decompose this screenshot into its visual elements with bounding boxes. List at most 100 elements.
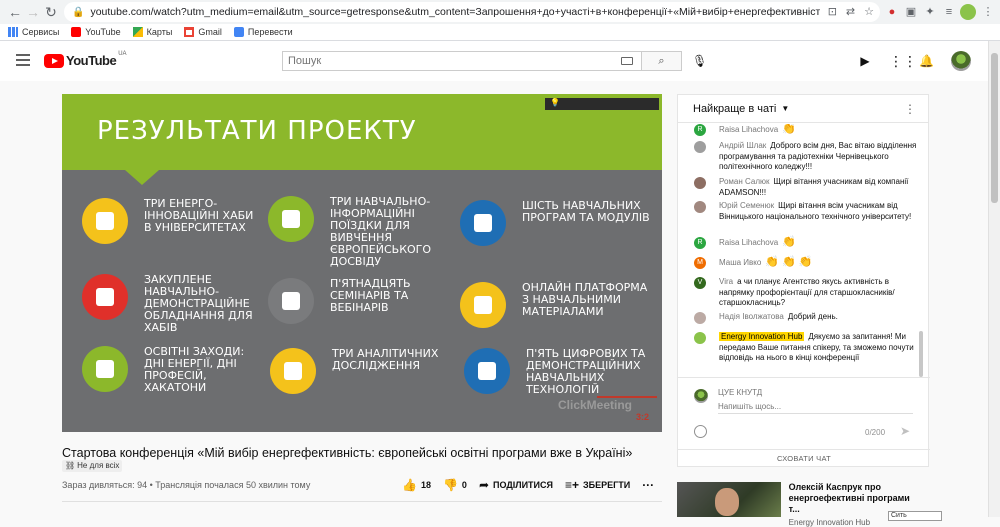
search-button[interactable]: ⌕ bbox=[642, 51, 682, 71]
bookmark-gmail[interactable]: Gmail bbox=[184, 27, 222, 37]
more-actions-button[interactable]: ··· bbox=[642, 478, 654, 492]
slide-item-text: П'ЯТНАДЦЯТЬ СЕМІНАРІВ ТА ВЕБІНАРІВ bbox=[330, 277, 411, 314]
chat-author: Маша Ивко bbox=[719, 258, 762, 267]
chip-icon bbox=[464, 348, 510, 394]
forward-icon[interactable]: → bbox=[24, 3, 42, 21]
stack-icon bbox=[270, 348, 316, 394]
youtube-logo[interactable]: YouTube UA bbox=[44, 51, 127, 68]
gmail-icon bbox=[184, 27, 195, 37]
emoji-icon[interactable] bbox=[694, 425, 707, 438]
slide-item-text: ТРИ ЕНЕРГО-ІННОВАЦІЙНІ ХАБИ В УНІВЕРСИТЕ… bbox=[144, 197, 254, 234]
notifications-bell-icon[interactable]: 🔔 bbox=[919, 54, 934, 68]
video-title: Стартова конференція «Мій вибір енергефе… bbox=[62, 446, 633, 460]
bookmark-maps[interactable]: Карты bbox=[132, 27, 172, 37]
bookmark-translate[interactable]: Перевести bbox=[233, 27, 293, 37]
slide-item-text: ТРИ НАВЧАЛЬНО-ІНФОРМАЦІЙНІ ПОЇЗДКИ ДЛЯ В… bbox=[330, 195, 432, 268]
menu-kebab-icon[interactable]: ⋮ bbox=[980, 4, 996, 20]
share-label: ПОДІЛИТИСЯ bbox=[493, 480, 553, 490]
chat-scrollbar[interactable] bbox=[919, 331, 923, 377]
send-icon[interactable]: ➤ bbox=[900, 424, 910, 438]
video-player[interactable]: РЕЗУЛЬТАТИ ПРОЕКТУ 💡 ТРИ ЕНЕРГО-ІННОВАЦІ… bbox=[62, 94, 662, 432]
profile-avatar-icon[interactable] bbox=[960, 4, 976, 20]
youtube-play-icon bbox=[44, 53, 64, 68]
menu-hamburger-icon[interactable] bbox=[16, 54, 30, 66]
extension-icon-2[interactable]: ▣ bbox=[903, 4, 919, 20]
hide-chat-button[interactable]: СХОВАТИ ЧАТ bbox=[678, 449, 930, 467]
dislike-button[interactable]: 👎 0 bbox=[443, 478, 467, 492]
address-bar[interactable]: 🔒 youtube.com/watch?utm_medium=email&utm… bbox=[64, 2, 880, 22]
scrollbar-thumb[interactable] bbox=[991, 53, 998, 203]
chat-text: 👏 bbox=[782, 236, 796, 248]
reading-list-icon[interactable]: ≡ bbox=[941, 4, 957, 20]
reload-icon[interactable]: ↻ bbox=[42, 3, 60, 21]
chat-text: 👏 👏 👏 bbox=[765, 256, 813, 268]
install-icon[interactable]: ⊡ bbox=[828, 5, 837, 18]
chat-avatar: V bbox=[694, 277, 706, 289]
live-chat: Найкраще в чаті ▼ ⋮ R Raisa Lihachova 👏 А… bbox=[677, 94, 930, 467]
chat-message: Юрій Семенюк Щирі вітання всім учасникам … bbox=[694, 201, 919, 222]
avatar[interactable] bbox=[951, 51, 971, 71]
slide-item: П'ЯТНАДЦЯТЬ СЕМІНАРІВ ТА ВЕБІНАРІВ bbox=[268, 278, 448, 324]
keyboard-icon[interactable] bbox=[621, 57, 633, 65]
slide-item-text: ТРИ АНАЛІТИЧНИХ ДОСЛІДЖЕННЯ bbox=[332, 347, 439, 372]
apps-grid-icon[interactable]: ⋮⋮ bbox=[889, 54, 917, 68]
watermark-badge: 3:2 bbox=[636, 412, 650, 422]
recommended-video[interactable]: Олексій Каспрук про енергоефективні прог… bbox=[677, 482, 917, 527]
player-mini-controls[interactable]: 💡 bbox=[545, 98, 659, 110]
search-input[interactable] bbox=[288, 55, 608, 67]
lightbulb-icon: 💡 bbox=[550, 98, 560, 107]
chat-avatar: М bbox=[694, 257, 706, 269]
video-actions: 👍 18 👎 0 ➦ ПОДІЛИТИСЯ ≡+ ЗБЕРЕГТИ ··· bbox=[402, 478, 654, 492]
bookmark-services[interactable]: Сервисы bbox=[8, 27, 59, 37]
presentation-icon bbox=[268, 278, 314, 324]
caret-down-icon[interactable]: ▼ bbox=[781, 104, 789, 113]
sun-gear-icon bbox=[82, 274, 128, 320]
my-avatar bbox=[694, 389, 708, 403]
chat-message: R Raisa Lihachova 👏 bbox=[694, 124, 919, 136]
bookmark-label: Перевести bbox=[247, 27, 293, 37]
chat-message: Роман Салюк Щирі вітання учасникам від ко… bbox=[694, 177, 919, 198]
bookmarks-bar: Сервисы YouTube Карты Gmail Перевести bbox=[0, 24, 1000, 41]
back-icon[interactable]: ← bbox=[6, 3, 24, 21]
like-button[interactable]: 👍 18 bbox=[402, 478, 431, 492]
people-icon bbox=[82, 346, 128, 392]
search-icon: ⌕ bbox=[658, 55, 665, 67]
like-count: 18 bbox=[420, 480, 431, 490]
chat-input-area: ЦУЕ КНУТД 0/200 ➤ bbox=[678, 377, 930, 449]
bookmark-star-icon[interactable]: ☆ bbox=[864, 5, 874, 18]
books-icon bbox=[460, 200, 506, 246]
moderator-badge: Energy Innovation Hub bbox=[719, 332, 805, 341]
video-thumbnail[interactable] bbox=[677, 482, 781, 517]
chat-more-icon[interactable]: ⋮ bbox=[904, 102, 916, 116]
chat-message: Energy Innovation Hub Дякуємо за запитанн… bbox=[694, 332, 919, 364]
url-text: youtube.com/watch?utm_medium=email&utm_s… bbox=[90, 6, 821, 18]
playlist-add-icon: ≡+ bbox=[564, 478, 579, 492]
page-scrollbar[interactable] bbox=[988, 41, 1000, 517]
platform-icon bbox=[460, 282, 506, 328]
extensions-puzzle-icon[interactable]: ✦ bbox=[922, 4, 938, 20]
youtube-icon bbox=[71, 27, 82, 37]
chat-messages[interactable]: R Raisa Lihachova 👏 Андрій Шлак Доброго вс… bbox=[678, 124, 930, 376]
apps-icon bbox=[8, 27, 18, 37]
unlisted-badge: ⛓ Не для всіх bbox=[62, 460, 123, 472]
youtube-header: YouTube UA ⌕ 🎙 ▶ ⋮⋮ 🔔 bbox=[0, 41, 988, 81]
chat-avatar: R bbox=[694, 237, 706, 249]
slide-item: ШІСТЬ НАВЧАЛЬНИХ ПРОГРАМ ТА МОДУЛІВ bbox=[460, 200, 650, 246]
extension-icon[interactable]: ● bbox=[884, 4, 900, 20]
create-video-icon[interactable]: ▶ bbox=[858, 54, 872, 68]
search-box[interactable] bbox=[282, 51, 642, 71]
slide-item: ОНЛАЙН ПЛАТФОРМА З НАВЧАЛЬНИМИ МАТЕРІАЛА… bbox=[460, 282, 650, 328]
chat-mode-label[interactable]: Найкраще в чаті bbox=[693, 103, 776, 115]
bookmark-youtube[interactable]: YouTube bbox=[71, 27, 121, 37]
chat-author: Андрій Шлак bbox=[719, 141, 767, 150]
chat-input[interactable] bbox=[718, 400, 913, 414]
microphone-icon[interactable]: 🎙 bbox=[692, 54, 707, 68]
unlisted-label: Не для всіх bbox=[77, 461, 120, 470]
bookmark-label: Сервисы bbox=[22, 27, 60, 37]
translate-icon[interactable]: ⇄ bbox=[846, 5, 855, 18]
save-button[interactable]: ≡+ ЗБЕРЕГТИ bbox=[565, 478, 630, 492]
bulb-icon bbox=[82, 198, 128, 244]
chat-message: V Vira а чи планує Агентство якусь активн… bbox=[694, 277, 919, 309]
share-button[interactable]: ➦ ПОДІЛИТИСЯ bbox=[479, 478, 553, 492]
slide-item: ОСВІТНІ ЗАХОДИ: ДНІ ЕНЕРГІЇ, ДНІ ПРОФЕСІ… bbox=[82, 346, 267, 394]
